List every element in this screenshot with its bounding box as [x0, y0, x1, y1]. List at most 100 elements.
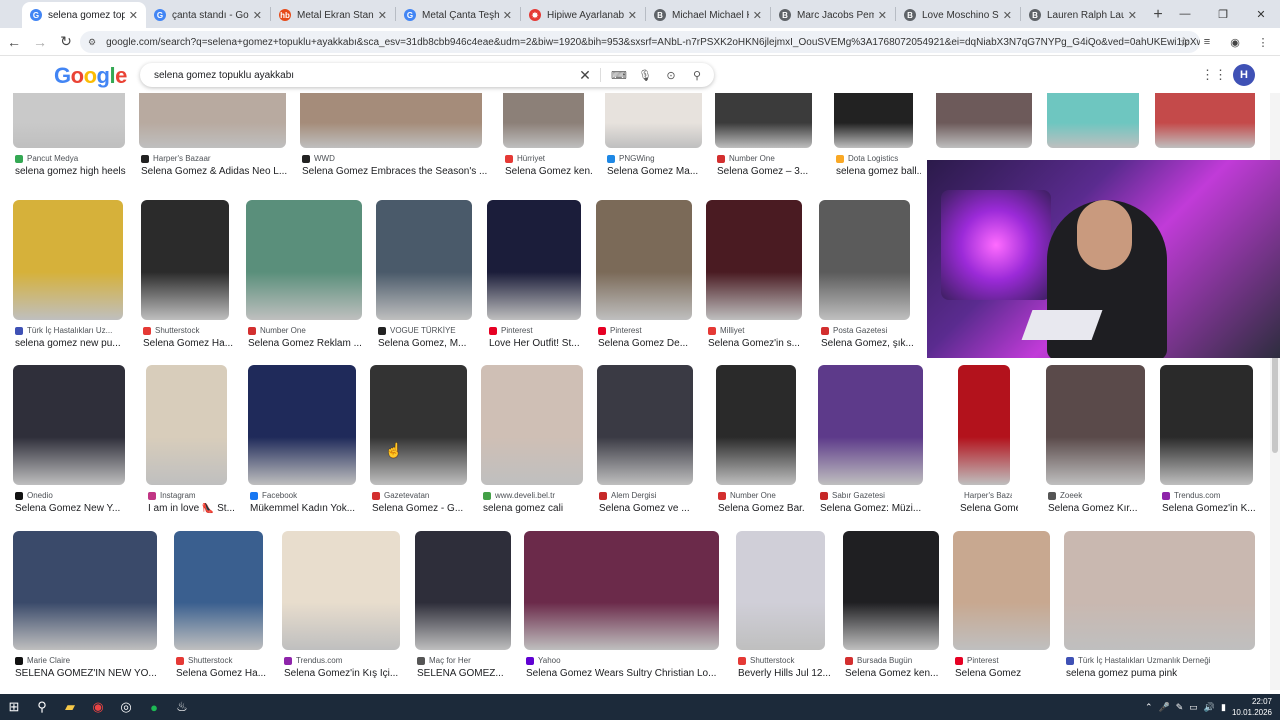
- result-title[interactable]: selena gomez high heels: [15, 166, 133, 177]
- result-source[interactable]: Milliyet: [708, 326, 804, 335]
- image-result[interactable]: Number One Selena Gomez Bar...: [716, 365, 804, 525]
- result-thumbnail[interactable]: [503, 93, 584, 148]
- result-source[interactable]: Gazetevatan: [372, 491, 469, 500]
- result-thumbnail[interactable]: [146, 365, 227, 485]
- result-source[interactable]: Zoeek: [1048, 491, 1147, 500]
- tab[interactable]: hb Metal Ekran Standı Ç ✕: [271, 2, 395, 28]
- result-source[interactable]: Yahoo: [526, 656, 721, 665]
- close-tab-icon[interactable]: ✕: [378, 9, 387, 22]
- result-thumbnail[interactable]: [524, 531, 719, 650]
- close-tab-icon[interactable]: ✕: [129, 9, 138, 22]
- result-title[interactable]: Selena Gomez - G...: [372, 503, 475, 514]
- result-source[interactable]: Shutterstock: [143, 326, 231, 335]
- image-result[interactable]: Pancut Medya selena gomez high heels: [13, 93, 126, 188]
- result-title[interactable]: Selena Gomez Bar...: [718, 503, 804, 514]
- result-thumbnail[interactable]: [415, 531, 511, 650]
- result-source[interactable]: Number One: [717, 154, 814, 163]
- result-title[interactable]: Selena Gomez'in s...: [708, 338, 810, 349]
- result-title[interactable]: selena gomez new pu...: [15, 338, 131, 349]
- result-thumbnail[interactable]: [819, 200, 910, 320]
- result-thumbnail[interactable]: [13, 93, 125, 148]
- result-source[interactable]: Maç for Her: [417, 656, 513, 665]
- image-result[interactable]: PNGWing Selena Gomez Ma...: [605, 93, 702, 188]
- avatar[interactable]: H: [1233, 64, 1255, 86]
- image-result[interactable]: VOGUE TÜRKİYE Selena Gomez, M...: [376, 200, 472, 360]
- result-title[interactable]: Selena Gomez Embraces the Season's ...: [302, 166, 490, 177]
- result-source[interactable]: Pinterest: [598, 326, 694, 335]
- result-thumbnail[interactable]: [843, 531, 939, 650]
- image-result[interactable]: Pinterest Love Her Outfit! St...: [487, 200, 581, 360]
- image-result[interactable]: Marie Claire SELENA GOMEZ'İN NEW YO...: [13, 531, 157, 690]
- tab[interactable]: Gselena gomez topukl ✕: [22, 2, 146, 28]
- image-result[interactable]: Trendus.com Selena Gomez'in K...: [1160, 365, 1256, 525]
- address-bar[interactable]: ⚙ google.com/search?q=selena+gomez+topuk…: [80, 31, 1200, 53]
- google-logo[interactable]: Google: [54, 63, 127, 89]
- tray-pen-icon[interactable]: ✎: [1176, 702, 1184, 713]
- result-title[interactable]: Selena Gomez'in K...: [1162, 503, 1261, 514]
- clock[interactable]: 22:07 10.01.2026: [1232, 696, 1272, 718]
- image-result[interactable]: Milliyet Selena Gomez'in s...: [706, 200, 802, 360]
- restore-icon[interactable]: ❐: [1204, 0, 1242, 28]
- result-source[interactable]: Alem Dergisi: [599, 491, 695, 500]
- image-result[interactable]: WWD Selena Gomez Embraces the Season's ..…: [300, 93, 487, 188]
- result-source[interactable]: Facebook: [250, 491, 358, 500]
- microphone-icon[interactable]: 🎙: [636, 66, 654, 84]
- result-source[interactable]: Posta Gazetesi: [821, 326, 912, 335]
- back-icon[interactable]: ←: [2, 30, 26, 54]
- result-thumbnail[interactable]: [376, 200, 472, 320]
- result-title[interactable]: Mükemmel Kadın Yok...: [250, 503, 364, 514]
- result-title[interactable]: Selena Gomez'in V...: [960, 503, 1018, 514]
- result-thumbnail[interactable]: [1046, 365, 1145, 485]
- close-tab-icon[interactable]: ✕: [753, 9, 762, 22]
- result-source[interactable]: Shutterstock: [176, 656, 265, 665]
- result-title[interactable]: selena gomez puma pink: [1066, 668, 1263, 679]
- result-title[interactable]: Selena Gomez & Adidas Neo L...: [141, 166, 294, 177]
- result-title[interactable]: Selena Gomez Ma...: [607, 166, 710, 177]
- result-thumbnail[interactable]: [1047, 93, 1139, 148]
- result-title[interactable]: Selena Gomez Ha...: [176, 668, 271, 679]
- result-thumbnail[interactable]: [1155, 93, 1255, 148]
- search-input[interactable]: selena gomez topuklu ayakkabı ✕ ⌨ 🎙 ⊙ ⚲: [140, 63, 714, 87]
- tray-battery-icon[interactable]: ▮: [1221, 702, 1226, 713]
- result-thumbnail[interactable]: [370, 365, 467, 485]
- result-thumbnail[interactable]: [481, 365, 583, 485]
- media-icon[interactable]: ≡: [1196, 31, 1218, 53]
- result-source[interactable]: Trendus.com: [284, 656, 402, 665]
- image-result[interactable]: Harper's Bazaar Selena Gomez & Adidas Neo…: [139, 93, 287, 188]
- result-thumbnail[interactable]: [706, 200, 802, 320]
- result-source[interactable]: Shutterstock: [738, 656, 827, 665]
- close-tab-icon[interactable]: ✕: [1003, 9, 1012, 22]
- site-info-icon[interactable]: ⚙: [88, 37, 96, 48]
- image-result[interactable]: Hürriyet Selena Gomez ken...: [503, 93, 592, 188]
- image-result[interactable]: Posta Gazetesi Selena Gomez, şık...: [819, 200, 914, 360]
- result-source[interactable]: Trendus.com: [1162, 491, 1255, 500]
- tab[interactable]: ✸ Hipiwe Ayarlanabilir ✕: [521, 2, 645, 28]
- google-apps-icon[interactable]: ⋮⋮: [1201, 66, 1227, 84]
- close-tab-icon[interactable]: ✕: [1128, 9, 1137, 22]
- result-source[interactable]: Number One: [248, 326, 364, 335]
- tray-volume-icon[interactable]: 🔊: [1204, 702, 1215, 713]
- result-title[interactable]: SELENA GOMEZ...: [417, 668, 519, 679]
- result-thumbnail[interactable]: [174, 531, 263, 650]
- result-title[interactable]: Selena Gomez ken...: [845, 668, 947, 679]
- chrome-icon[interactable]: ◉: [84, 694, 112, 720]
- image-result[interactable]: Shutterstock Selena Gomez Ha...: [174, 531, 266, 690]
- image-result[interactable]: Number One Selena Gomez Reklam ...: [246, 200, 362, 360]
- result-title[interactable]: Love Her Outfit! St...: [489, 338, 589, 349]
- image-result[interactable]: Pinterest Selena Gomez: [953, 531, 1050, 690]
- result-thumbnail[interactable]: [834, 93, 913, 148]
- image-result[interactable]: Harper's Bazaar Selena Gomez'in V...: [958, 365, 1018, 525]
- tab[interactable]: B Michael Michael Kor ✕: [646, 2, 770, 28]
- image-result[interactable]: Zoeek Selena Gomez Kır...: [1046, 365, 1145, 525]
- result-thumbnail[interactable]: [716, 365, 796, 485]
- result-title[interactable]: Selena Gomez, şık...: [821, 338, 918, 349]
- windows-start-icon[interactable]: ⊞: [0, 694, 28, 720]
- result-title[interactable]: Selena Gomez: [955, 668, 1058, 679]
- result-thumbnail[interactable]: [248, 365, 356, 485]
- taskbar-search-icon[interactable]: ⚲: [28, 694, 56, 720]
- image-result[interactable]: Onedio Selena Gomez New Y...: [13, 365, 125, 525]
- result-thumbnail[interactable]: [715, 93, 812, 148]
- result-source[interactable]: Marie Claire: [15, 656, 159, 665]
- result-source[interactable]: Pinterest: [489, 326, 583, 335]
- image-result[interactable]: Türk İç Hastalıkları Uzmanlık Derneği sel…: [1064, 531, 1255, 690]
